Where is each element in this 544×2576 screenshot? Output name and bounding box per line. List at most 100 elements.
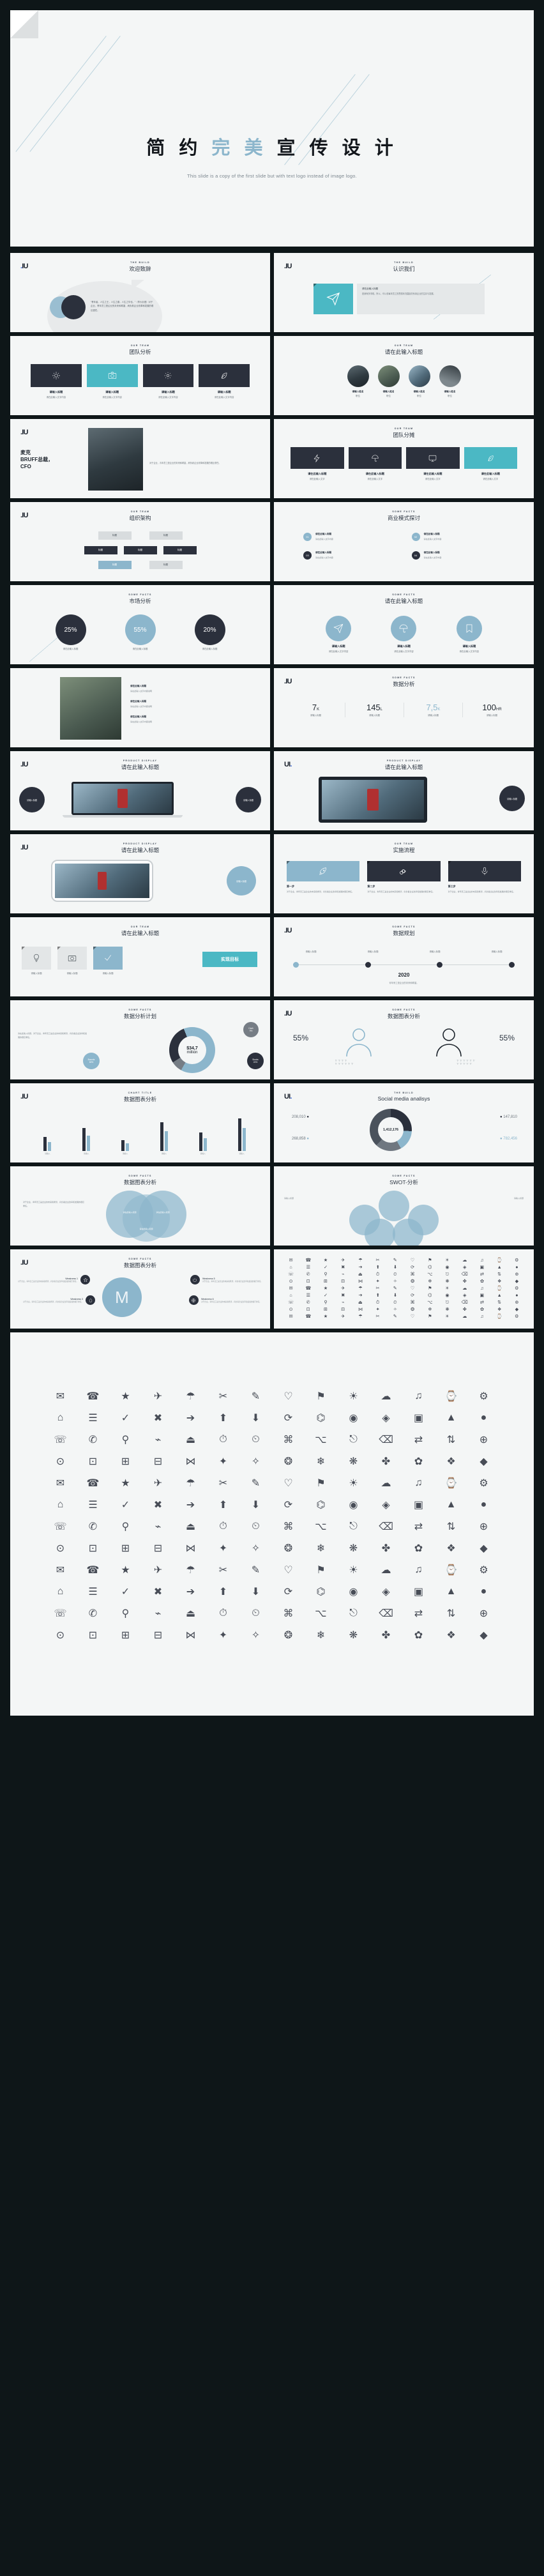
library-icon[interactable]: ✤ [374, 1629, 398, 1642]
library-icon[interactable]: ♡ [404, 1285, 420, 1291]
library-icon[interactable]: ⌘ [404, 1299, 420, 1305]
library-icon[interactable]: ⚲ [114, 1433, 137, 1446]
library-icon[interactable]: ▣ [407, 1412, 430, 1424]
library-icon[interactable]: ☂ [179, 1390, 202, 1403]
library-icon[interactable]: ⏲ [387, 1299, 403, 1305]
weakness-item[interactable]: Weakness 1 对于企业，青年员工是企业的未来和希望，肩负着企业改革和发展的… [18, 1275, 91, 1284]
library-icon[interactable]: ⊞ [317, 1278, 333, 1284]
library-icon[interactable]: ✓ [317, 1292, 333, 1298]
bubble-bounds[interactable]: Bounds 66% [83, 1053, 100, 1069]
library-icon[interactable]: ⟳ [276, 1412, 300, 1424]
library-icon[interactable]: ⚲ [317, 1299, 333, 1305]
library-icon[interactable]: ⬆ [211, 1498, 235, 1511]
org-node[interactable]: 标题 [98, 531, 132, 540]
library-icon[interactable]: ✉ [283, 1313, 299, 1319]
library-icon[interactable]: ♡ [404, 1313, 420, 1319]
icon-item[interactable]: 请输入标题 请在此输入文字内容 [391, 616, 417, 653]
library-icon[interactable]: ◆ [472, 1629, 495, 1642]
library-icon[interactable]: ⊡ [300, 1306, 316, 1312]
slide-team-four[interactable]: OUR TEAM 团队分析 请输入标题 请在此输入文字内容 请输入标题 请在此输… [10, 336, 270, 415]
library-icon[interactable]: ✦ [370, 1306, 386, 1312]
library-icon[interactable]: ◈ [374, 1498, 398, 1511]
slide-tablet-mockup[interactable]: UI. PRODUCT DISPLAY 请在此输入标题 请输入标题 [274, 751, 534, 830]
library-icon[interactable]: ✆ [81, 1433, 105, 1446]
library-icon[interactable]: ♡ [276, 1477, 300, 1490]
library-icon[interactable]: ✎ [244, 1477, 268, 1490]
library-icon[interactable]: ❄ [309, 1629, 333, 1642]
library-icon[interactable]: ⏏ [179, 1520, 202, 1533]
stat-item[interactable]: 55% 请在此输入标题 [125, 614, 156, 651]
library-icon[interactable]: ⚲ [114, 1607, 137, 1620]
library-icon[interactable]: ✈ [335, 1285, 351, 1291]
library-icon[interactable]: ⬇ [244, 1585, 268, 1598]
library-icon[interactable]: ❖ [439, 1629, 463, 1642]
donut-chart[interactable]: $34,7 million [169, 1027, 215, 1073]
library-icon[interactable]: ✤ [457, 1306, 472, 1312]
library-icon[interactable]: ⌥ [309, 1433, 333, 1446]
library-icon[interactable]: ♡ [404, 1257, 420, 1263]
library-icon[interactable]: ◆ [509, 1306, 525, 1312]
org-node[interactable]: 标题 [123, 546, 157, 554]
library-icon[interactable]: ❂ [276, 1542, 300, 1555]
library-icon[interactable]: ☎ [300, 1313, 316, 1319]
library-icon[interactable]: ⌬ [422, 1292, 438, 1298]
social-donut-chart[interactable]: 1,412,176 [370, 1109, 412, 1151]
library-icon[interactable]: ◉ [342, 1412, 365, 1424]
library-icon[interactable]: ➔ [352, 1292, 368, 1298]
library-icon[interactable]: ☁ [374, 1390, 398, 1403]
library-icon[interactable]: ⋈ [179, 1542, 202, 1555]
library-icon[interactable]: ⚑ [309, 1477, 333, 1490]
slide-team-photos[interactable]: OUR TEAM 请在此输入标题 请输入姓名 职位 请输入姓名 职位 请输入姓名 [274, 336, 534, 415]
library-icon[interactable]: ⚑ [422, 1285, 438, 1291]
library-icon[interactable]: ✈ [146, 1564, 170, 1576]
library-icon[interactable]: ☰ [81, 1498, 105, 1511]
library-icon[interactable]: ◉ [439, 1264, 455, 1270]
library-icon[interactable]: ▲ [439, 1412, 463, 1424]
member-item[interactable]: 请输入姓名 职位 [347, 365, 369, 398]
library-icon[interactable]: ⇅ [439, 1607, 463, 1620]
library-icon[interactable]: ◆ [472, 1455, 495, 1468]
library-icon[interactable]: ✆ [81, 1520, 105, 1533]
slide-data-facts[interactable]: .IU SOME FACTS 数据分析 7K 请输入标题 145L 请输入标题 … [274, 668, 534, 747]
library-icon[interactable]: ➔ [179, 1412, 202, 1424]
slide-icon-sheet-small[interactable]: ✉ ☎ ★ ✈ ☂ ✂ ✎ ♡ ⚑ ☀ ☁ ♫ ⌚ ⚙ ⌂ ☰ ✓ ✖ ➔ ⬆ ⬇ ⟳ ⌬ ◉ ◈ ▣ ▲ ● ☏ ✆ ⚲ ⌁ ⏏ ⏱ ⏲ ⌘ ⌥ ⎋ ⌫ ⇄… [274, 1249, 534, 1329]
library-icon[interactable]: ★ [317, 1313, 333, 1319]
step-item[interactable]: 第三步 对于企业，青年员工是企业的未来和希望，肩负着企业改革和发展的艰巨重任。 [448, 861, 521, 894]
library-icon[interactable]: ⇅ [492, 1299, 508, 1305]
member-item[interactable]: 请输入姓名 职位 [439, 365, 461, 398]
library-icon[interactable]: ⌂ [283, 1292, 299, 1298]
library-icon[interactable]: ⌥ [422, 1271, 438, 1277]
slide-phone-mockup[interactable]: .IU PRODUCT DISPLAY 请在此输入标题 请输入标题 [10, 834, 270, 913]
card-item[interactable]: 请输入标题 请在此输入文字内容 [86, 364, 138, 399]
library-icon[interactable]: ⚙ [472, 1564, 495, 1576]
library-icon[interactable]: ⊟ [335, 1278, 351, 1284]
library-icon[interactable]: ▲ [492, 1292, 508, 1298]
org-node[interactable]: 标题 [149, 531, 183, 540]
library-icon[interactable]: ♡ [276, 1390, 300, 1403]
org-node[interactable]: 标题 [98, 561, 132, 569]
library-icon[interactable]: ⚙ [509, 1313, 525, 1319]
library-icon[interactable]: ❂ [404, 1278, 420, 1284]
library-icon[interactable]: ⎋ [439, 1271, 455, 1277]
milestone-dot[interactable] [437, 962, 443, 968]
org-node[interactable]: 标题 [163, 546, 197, 554]
library-icon[interactable]: ⏲ [244, 1433, 268, 1446]
list-item[interactable]: 请在此输入标题 请在此输入文字内容说明 [130, 700, 220, 708]
library-icon[interactable]: ⌚ [492, 1257, 508, 1263]
library-icon[interactable]: ✈ [335, 1257, 351, 1263]
library-icon[interactable]: ⇄ [407, 1607, 430, 1620]
library-icon[interactable]: ⚙ [472, 1390, 495, 1403]
library-icon[interactable]: ⚙ [472, 1477, 495, 1490]
library-icon[interactable]: ✿ [407, 1542, 430, 1555]
cta-banner[interactable]: 实现目标 [202, 952, 257, 967]
slide-three-steps[interactable]: OUR TEAM 实施流程 第一步 对于企业，青年员工是企业的未来和希望，肩负着… [274, 834, 534, 913]
library-icon[interactable]: ⊞ [317, 1306, 333, 1312]
library-icon[interactable]: ❄ [422, 1306, 438, 1312]
library-icon[interactable]: ♡ [276, 1564, 300, 1576]
library-icon[interactable]: ☀ [342, 1564, 365, 1576]
library-icon[interactable]: ☏ [49, 1520, 72, 1533]
library-icon[interactable]: ⬇ [244, 1412, 268, 1424]
library-icon[interactable]: ❄ [422, 1278, 438, 1284]
library-icon[interactable]: ⇄ [407, 1433, 430, 1446]
library-icon[interactable]: ⌁ [146, 1433, 170, 1446]
